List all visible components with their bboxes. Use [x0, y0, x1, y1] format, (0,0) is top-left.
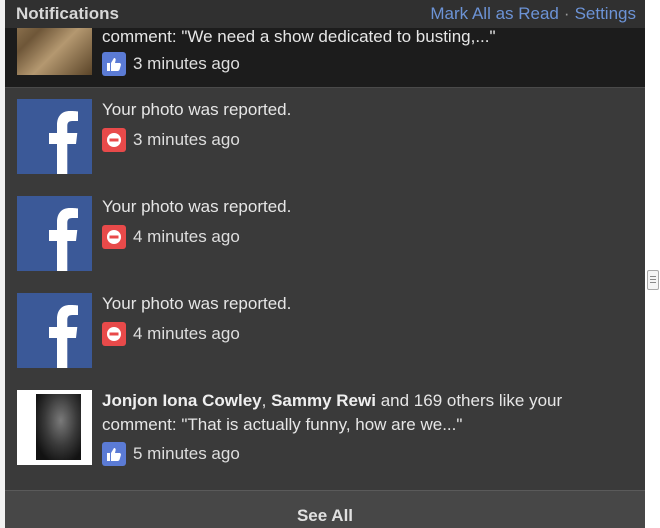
avatar-photo: [36, 394, 81, 460]
notification-time: 4 minutes ago: [133, 324, 240, 343]
notification-time: 4 minutes ago: [133, 227, 240, 246]
notifications-header: Notifications Mark All as Read · Setting…: [5, 0, 645, 28]
report-icon: [102, 322, 126, 346]
notification-meta: 5 minutes ago: [102, 442, 240, 466]
notification-text: Your photo was reported.: [102, 197, 292, 216]
notification-text: Your photo was reported.: [102, 294, 292, 313]
notification-meta: 3 minutes ago: [102, 52, 240, 76]
like-icon: [102, 442, 126, 466]
notification-item[interactable]: Your photo was reported. 3 minutes ago: [5, 88, 645, 185]
notification-text: Your photo was reported.: [102, 100, 292, 119]
scrollbar-grip[interactable]: [647, 270, 659, 290]
actor-name[interactable]: Jonjon Iona Cowley: [102, 391, 262, 410]
notification-item[interactable]: Jonjon Iona Cowley, Sammy Rewi and 169 o…: [5, 379, 645, 489]
header-separator: ·: [563, 4, 570, 23]
page-scroll-area: [645, 0, 660, 528]
notifications-footer: See All: [5, 490, 645, 528]
see-all-link[interactable]: See All: [297, 506, 353, 528]
facebook-logo-icon: [17, 196, 92, 271]
notification-text: Jonjon Iona Cowley, Sammy Rewi and 169 o…: [102, 391, 563, 434]
notification-meta: 3 minutes ago: [102, 128, 240, 152]
settings-link[interactable]: Settings: [575, 4, 636, 24]
report-icon: [102, 128, 126, 152]
notification-meta: 4 minutes ago: [102, 322, 240, 346]
mark-all-read-link[interactable]: Mark All as Read: [430, 4, 559, 24]
header-title: Notifications: [16, 4, 119, 23]
notification-item[interactable]: Your photo was reported. 4 minutes ago: [5, 282, 645, 379]
facebook-logo-icon: [17, 293, 92, 368]
like-icon: [102, 52, 126, 76]
notification-time: 5 minutes ago: [133, 444, 240, 463]
actor-name[interactable]: Sammy Rewi: [271, 391, 376, 410]
header-actions: Mark All as Read · Settings: [430, 4, 636, 24]
notification-meta: 4 minutes ago: [102, 225, 240, 249]
notifications-panel: Notifications Mark All as Read · Setting…: [5, 0, 645, 528]
notification-item[interactable]: Your photo was reported. 4 minutes ago: [5, 185, 645, 282]
notification-time: 3 minutes ago: [133, 130, 240, 149]
report-icon: [102, 225, 126, 249]
avatar: [17, 390, 92, 465]
facebook-logo-icon: [17, 99, 92, 174]
notification-text: comment: "We need a show dedicated to bu…: [102, 27, 496, 46]
notification-time: 3 minutes ago: [133, 54, 240, 73]
